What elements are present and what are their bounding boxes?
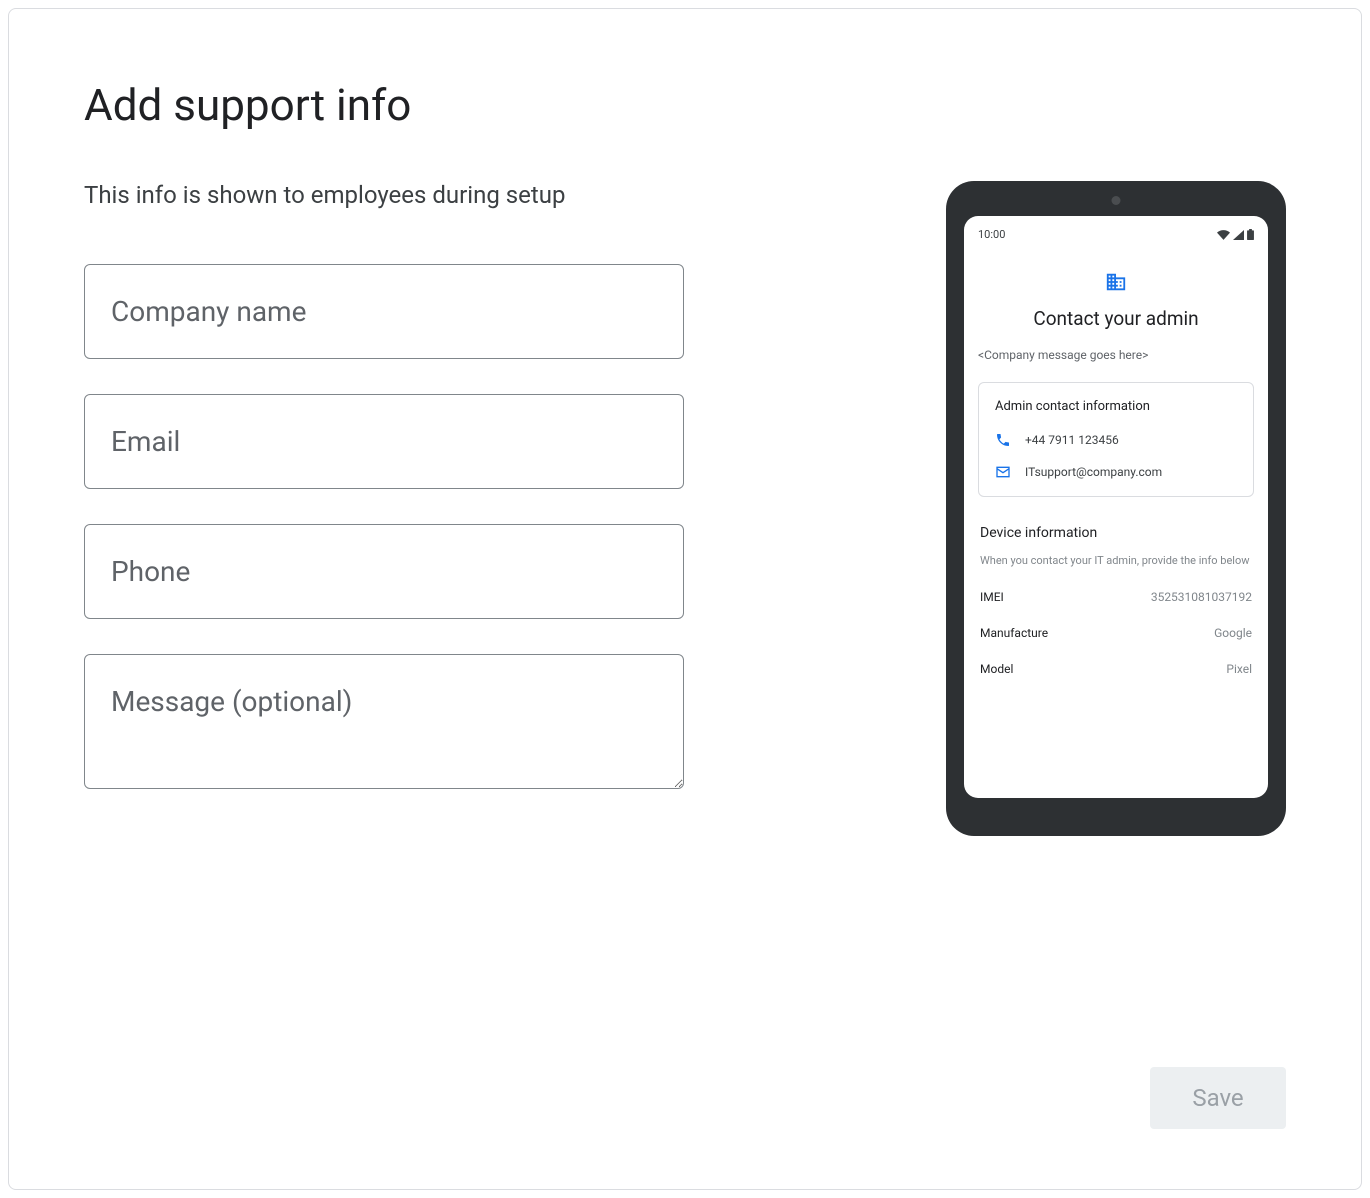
subtitle: This info is shown to employees during s… bbox=[84, 181, 684, 209]
save-button[interactable]: Save bbox=[1150, 1067, 1286, 1129]
domain-icon bbox=[1105, 271, 1127, 293]
email-input[interactable] bbox=[84, 394, 684, 489]
device-row-manufacture: Manufacture Google bbox=[980, 626, 1252, 640]
phone-frame: 10:00 Contact your admin bbox=[946, 181, 1286, 836]
phone-screen: 10:00 Contact your admin bbox=[964, 216, 1268, 798]
contact-card: Admin contact information +44 7911 12345… bbox=[978, 382, 1254, 497]
device-hint: When you contact your IT admin, provide … bbox=[980, 553, 1252, 568]
device-label: Model bbox=[980, 662, 1013, 676]
email-icon bbox=[995, 464, 1011, 480]
battery-icon bbox=[1247, 229, 1254, 240]
signal-icon bbox=[1233, 230, 1244, 240]
contact-phone-row: +44 7911 123456 bbox=[995, 432, 1237, 448]
device-value: Pixel bbox=[1226, 662, 1252, 676]
form-column: This info is shown to employees during s… bbox=[84, 181, 684, 836]
page-title: Add support info bbox=[84, 79, 1286, 131]
phone-input[interactable] bbox=[84, 524, 684, 619]
device-row-imei: IMEI 352531081037192 bbox=[980, 590, 1252, 604]
device-value: Google bbox=[1214, 626, 1252, 640]
admin-title: Contact your admin bbox=[978, 307, 1254, 330]
status-time: 10:00 bbox=[978, 228, 1005, 241]
device-title: Device information bbox=[980, 525, 1252, 541]
status-icons bbox=[1217, 229, 1254, 240]
device-row-model: Model Pixel bbox=[980, 662, 1252, 676]
company-name-input[interactable] bbox=[84, 264, 684, 359]
company-message: <Company message goes here> bbox=[978, 348, 1254, 362]
admin-header: Contact your admin bbox=[978, 271, 1254, 330]
preview-column: 10:00 Contact your admin bbox=[946, 181, 1286, 836]
device-label: IMEI bbox=[980, 590, 1004, 604]
contact-phone-value: +44 7911 123456 bbox=[1025, 433, 1119, 447]
device-label: Manufacture bbox=[980, 626, 1048, 640]
wifi-icon bbox=[1217, 230, 1230, 240]
contact-email-value: ITsupport@company.com bbox=[1025, 465, 1162, 479]
device-section: Device information When you contact your… bbox=[978, 525, 1254, 676]
contact-email-row: ITsupport@company.com bbox=[995, 464, 1237, 480]
phone-icon bbox=[995, 432, 1011, 448]
content-row: This info is shown to employees during s… bbox=[84, 181, 1286, 836]
phone-camera-icon bbox=[1112, 196, 1121, 205]
message-textarea[interactable] bbox=[84, 654, 684, 789]
support-info-card: Add support info This info is shown to e… bbox=[8, 8, 1362, 1190]
status-bar: 10:00 bbox=[978, 228, 1254, 241]
device-value: 352531081037192 bbox=[1151, 590, 1252, 604]
contact-card-title: Admin contact information bbox=[995, 399, 1237, 414]
